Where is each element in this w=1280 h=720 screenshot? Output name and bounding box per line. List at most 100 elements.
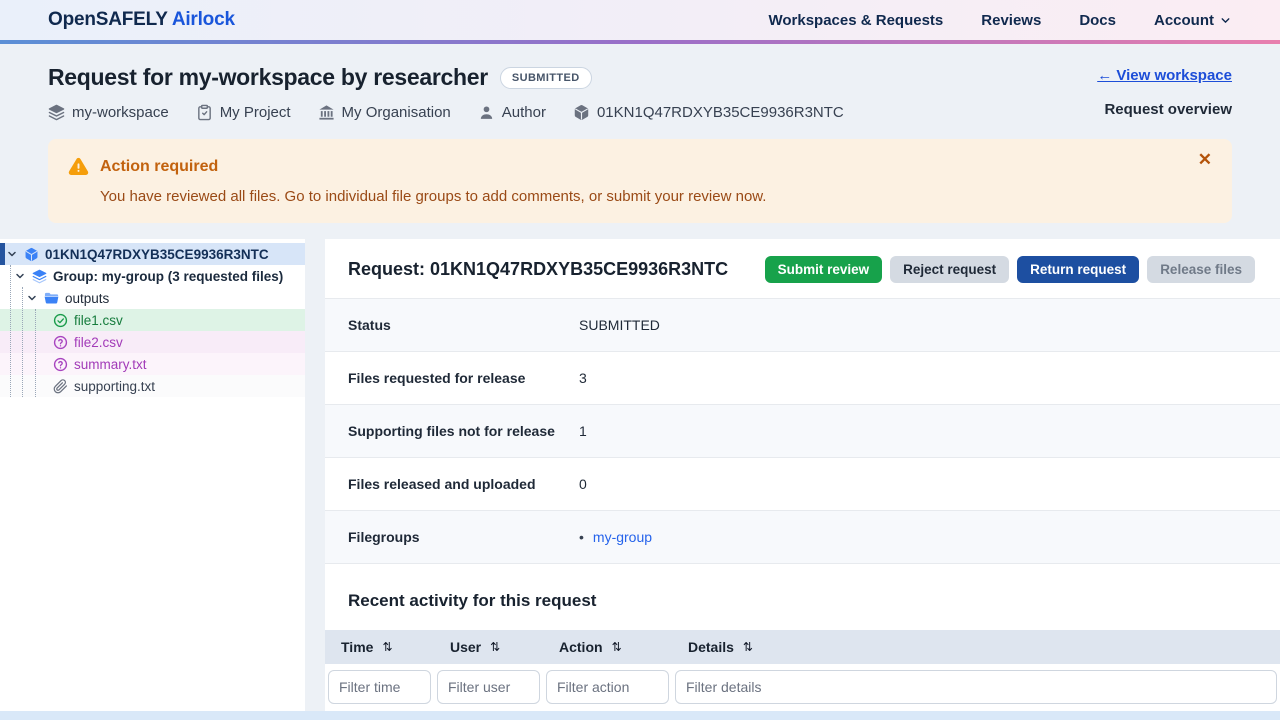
- question-circle-icon: [53, 335, 68, 350]
- page-title: Request for my-workspace by researcher: [48, 64, 488, 91]
- column-header-action: Action: [559, 639, 603, 655]
- paperclip-icon: [53, 379, 68, 394]
- meta-project: My Project: [196, 104, 291, 121]
- reject-request-button[interactable]: Reject request: [890, 256, 1009, 283]
- tree-item-label: file2.csv: [74, 335, 123, 350]
- detail-value: 0: [579, 476, 587, 492]
- column-header-details: Details: [688, 639, 734, 655]
- chevron-down-icon[interactable]: [26, 292, 38, 304]
- nav-docs[interactable]: Docs: [1079, 12, 1116, 29]
- meta-author: Author: [478, 104, 546, 121]
- activity-section-heading: Recent activity for this request: [348, 591, 1280, 611]
- layers-icon: [32, 269, 47, 284]
- filegroup-link[interactable]: my-group: [593, 529, 652, 545]
- submit-review-button[interactable]: Submit review: [765, 256, 883, 283]
- meta-organisation: My Organisation: [318, 104, 451, 121]
- tree-item-request-root[interactable]: 01KN1Q47RDXYB35CE9936R3NTC: [0, 243, 305, 265]
- detail-row-status: Status SUBMITTED: [325, 299, 1280, 352]
- app-logo[interactable]: OpenSAFELY Airlock: [48, 9, 235, 31]
- tree-item-file1[interactable]: file1.csv: [0, 309, 305, 331]
- close-icon[interactable]: ✕: [1198, 151, 1212, 168]
- chevron-down-icon[interactable]: [14, 270, 26, 282]
- view-workspace-link[interactable]: ← View workspace: [1097, 67, 1232, 84]
- nav-account-label: Account: [1154, 12, 1214, 29]
- package-icon: [24, 247, 39, 262]
- page-header: Request for my-workspace by researcher S…: [0, 44, 1280, 121]
- release-files-button[interactable]: Release files: [1147, 256, 1255, 283]
- meta-author-label: Author: [502, 104, 546, 121]
- main-nav: Workspaces & Requests Reviews Docs Accou…: [768, 12, 1232, 29]
- detail-label: Supporting files not for release: [348, 423, 579, 439]
- sort-icon[interactable]: ⇅: [612, 641, 622, 653]
- tree-item-label: summary.txt: [74, 357, 147, 372]
- tree-item-label: Group: my-group (3 requested files): [53, 269, 283, 284]
- tree-item-group[interactable]: Group: my-group (3 requested files): [0, 265, 305, 287]
- warning-triangle-icon: [68, 156, 89, 177]
- nav-reviews[interactable]: Reviews: [981, 12, 1041, 29]
- filter-details-input[interactable]: [675, 670, 1277, 704]
- tree-item-label: file1.csv: [74, 313, 123, 328]
- tree-item-outputs-folder[interactable]: outputs: [0, 287, 305, 309]
- detail-label: Files released and uploaded: [348, 476, 579, 492]
- brand-opensafely: OpenSAFELY: [48, 9, 167, 30]
- alert-message: You have reviewed all files. Go to indiv…: [100, 188, 1208, 205]
- filter-action-input[interactable]: [546, 670, 669, 704]
- bottom-strip: [0, 711, 1280, 720]
- meta-request-id: 01KN1Q47RDXYB35CE9936R3NTC: [573, 104, 844, 121]
- column-header-time: Time: [341, 639, 373, 655]
- folder-icon: [44, 291, 59, 306]
- tree-item-file2[interactable]: file2.csv: [0, 331, 305, 353]
- tree-item-supporting[interactable]: supporting.txt: [0, 375, 305, 397]
- tree-guide-line: [35, 309, 36, 397]
- bullet-marker: •: [579, 529, 584, 545]
- meta-organisation-label: My Organisation: [342, 104, 451, 121]
- filter-user-input[interactable]: [437, 670, 540, 704]
- activity-table-header: Time ⇅ User ⇅ Action ⇅ Details ⇅: [325, 630, 1280, 664]
- question-circle-icon: [53, 357, 68, 372]
- bank-icon: [318, 104, 335, 121]
- detail-row-files-released: Files released and uploaded 0: [325, 458, 1280, 511]
- nav-account-menu[interactable]: Account: [1154, 12, 1232, 29]
- clipboard-icon: [196, 104, 213, 121]
- meta-workspace: my-workspace: [48, 104, 169, 121]
- request-overview-label: Request overview: [1097, 101, 1232, 118]
- alert-title: Action required: [100, 158, 218, 176]
- action-required-alert: Action required You have reviewed all fi…: [48, 139, 1232, 223]
- chevron-down-icon: [1219, 14, 1232, 27]
- layers-icon: [48, 104, 65, 121]
- tree-item-label: supporting.txt: [74, 379, 155, 394]
- detail-label: Status: [348, 317, 579, 333]
- file-tree-sidebar: 01KN1Q47RDXYB35CE9936R3NTC Group: my-gro…: [0, 239, 305, 711]
- check-circle-icon: [53, 313, 68, 328]
- detail-label: Files requested for release: [348, 370, 579, 386]
- sort-icon[interactable]: ⇅: [382, 641, 392, 653]
- detail-row-filegroups: Filegroups • my-group: [325, 511, 1280, 564]
- detail-value: 1: [579, 423, 587, 439]
- meta-request-id-label: 01KN1Q47RDXYB35CE9936R3NTC: [597, 104, 844, 121]
- sort-icon[interactable]: ⇅: [490, 641, 500, 653]
- sort-icon[interactable]: ⇅: [743, 641, 753, 653]
- nav-workspaces-requests[interactable]: Workspaces & Requests: [768, 12, 943, 29]
- tree-item-label: 01KN1Q47RDXYB35CE9936R3NTC: [45, 247, 269, 262]
- tree-item-summary[interactable]: summary.txt: [0, 353, 305, 375]
- package-icon: [573, 104, 590, 121]
- tree-guide-line: [10, 265, 11, 397]
- status-badge: SUBMITTED: [500, 67, 592, 89]
- tree-item-label: outputs: [65, 291, 109, 306]
- request-heading: Request: 01KN1Q47RDXYB35CE9936R3NTC: [348, 259, 728, 280]
- column-header-user: User: [450, 639, 481, 655]
- filter-time-input[interactable]: [328, 670, 431, 704]
- request-meta-row: my-workspace My Project My Organisation …: [48, 104, 844, 121]
- detail-value: 3: [579, 370, 587, 386]
- request-main-panel: Request: 01KN1Q47RDXYB35CE9936R3NTC Subm…: [325, 239, 1280, 711]
- activity-filter-row: [325, 664, 1280, 704]
- meta-project-label: My Project: [220, 104, 291, 121]
- tree-guide-line: [22, 287, 23, 397]
- chevron-down-icon[interactable]: [6, 248, 18, 260]
- return-request-button[interactable]: Return request: [1017, 256, 1139, 283]
- brand-airlock: Airlock: [172, 9, 235, 30]
- detail-label: Filegroups: [348, 529, 579, 545]
- meta-workspace-label: my-workspace: [72, 104, 169, 121]
- user-icon: [478, 104, 495, 121]
- detail-row-files-requested: Files requested for release 3: [325, 352, 1280, 405]
